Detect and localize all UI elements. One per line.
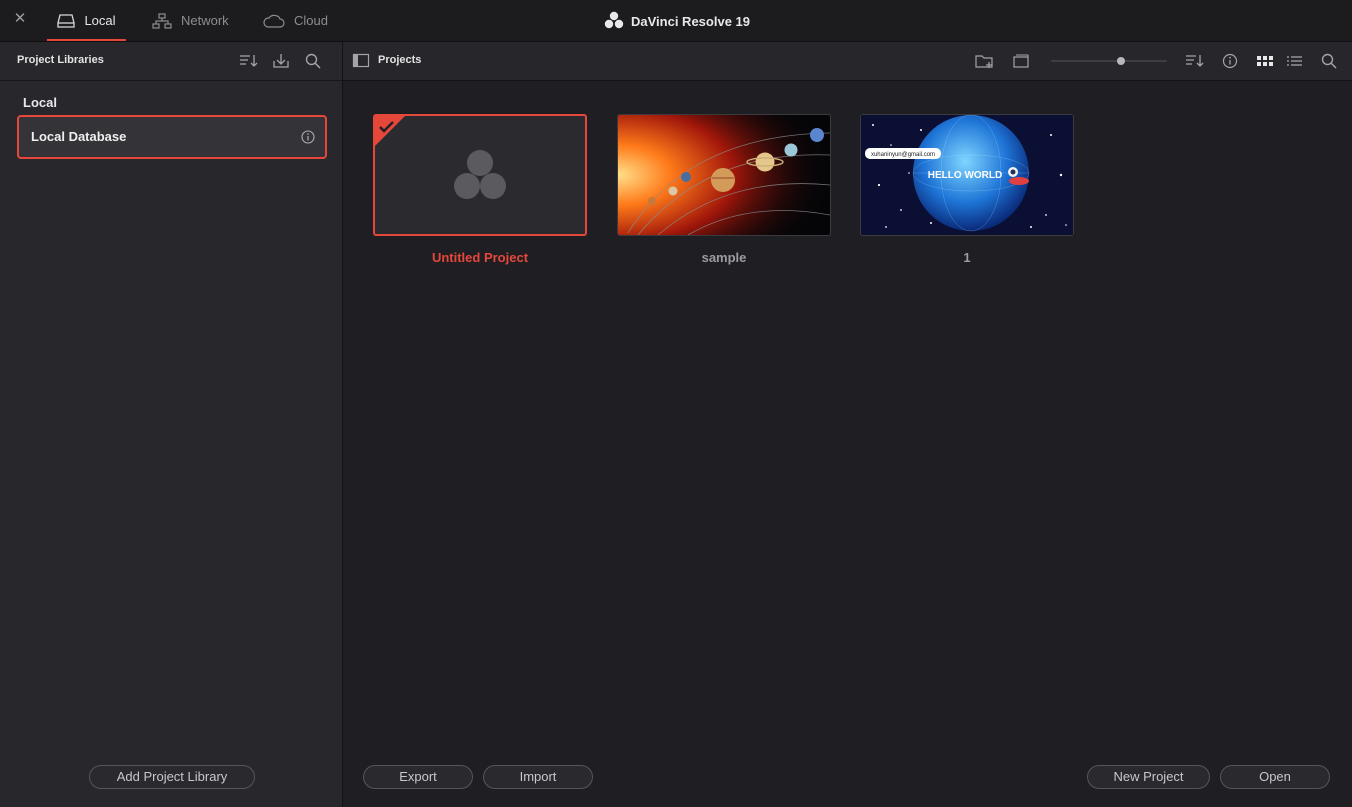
- project-thumbnail[interactable]: [373, 114, 587, 236]
- project-name: sample: [701, 250, 747, 265]
- thumb-hello-text: HELLO WORLD: [928, 170, 1002, 181]
- panel-title: Project Libraries: [17, 54, 104, 66]
- search-icon[interactable]: [1320, 52, 1338, 70]
- project-card[interactable]: xuhaninyun@gmail.com HELLO WORLD 1: [860, 114, 1074, 265]
- project-card[interactable]: Untitled Project: [373, 114, 587, 265]
- resolve-logo-icon: [604, 11, 624, 32]
- selected-check-icon: [375, 116, 405, 146]
- export-button[interactable]: Export: [363, 765, 473, 789]
- sidebar-toggle-icon[interactable]: [352, 52, 370, 70]
- local-database-item[interactable]: Local Database: [17, 115, 327, 159]
- tab-cloud[interactable]: Cloud: [263, 0, 328, 41]
- top-bar: ✕ Local Network Cloud DaVinci Resolve 19: [0, 0, 1352, 42]
- open-button[interactable]: Open: [1220, 765, 1330, 789]
- tab-network[interactable]: Network: [152, 0, 229, 41]
- thumb-email-text: xuhaninyun@gmail.com: [871, 152, 935, 158]
- list-view-icon[interactable]: [1286, 52, 1304, 70]
- tab-label: Local: [84, 13, 116, 28]
- close-icon[interactable]: ✕: [12, 11, 28, 27]
- new-folder-icon[interactable]: [975, 52, 993, 70]
- sort-icon[interactable]: [239, 52, 258, 70]
- import-library-icon[interactable]: [272, 52, 290, 70]
- project-card[interactable]: sample: [617, 114, 831, 265]
- project-name: Untitled Project: [431, 250, 529, 265]
- cloud-icon: [263, 14, 285, 28]
- new-project-button[interactable]: New Project: [1087, 765, 1210, 789]
- panel-title: Projects: [378, 54, 422, 66]
- thumbnail-size-slider[interactable]: [1051, 57, 1167, 65]
- add-project-library-button[interactable]: Add Project Library: [89, 765, 255, 789]
- project-thumbnail[interactable]: [617, 114, 831, 236]
- database-label: Local Database: [31, 129, 127, 144]
- panel-header: Project Libraries: [0, 42, 342, 81]
- drive-icon: [57, 13, 76, 29]
- panel-header: Projects: [343, 42, 1352, 81]
- sort-icon[interactable]: [1185, 52, 1204, 70]
- app-title-text: DaVinci Resolve 19: [631, 13, 750, 29]
- tab-label: Cloud: [294, 13, 328, 28]
- section-label-local: Local: [23, 95, 57, 110]
- app-title: DaVinci Resolve 19: [604, 11, 750, 31]
- project-name: 1: [963, 250, 971, 265]
- project-thumbnail[interactable]: xuhaninyun@gmail.com HELLO WORLD: [860, 114, 1074, 236]
- projects-panel: Projects Untitled Project sample xuhanin…: [343, 42, 1352, 807]
- dynamic-project-switch-icon[interactable]: [1011, 52, 1029, 70]
- grid-view-icon[interactable]: [1256, 52, 1274, 70]
- tab-label: Network: [181, 13, 229, 28]
- solar-system-image: [618, 115, 830, 235]
- info-icon[interactable]: [1221, 52, 1239, 70]
- network-icon: [152, 12, 172, 29]
- tab-local[interactable]: Local: [47, 0, 126, 41]
- info-icon[interactable]: [301, 130, 315, 144]
- search-icon[interactable]: [304, 52, 322, 70]
- slider-knob[interactable]: [1117, 57, 1125, 65]
- resolve-logo-placeholder: [454, 150, 506, 199]
- import-button[interactable]: Import: [483, 765, 593, 789]
- hello-world-globe-image: xuhaninyun@gmail.com HELLO WORLD: [861, 115, 1073, 235]
- project-libraries-panel: Project Libraries Local Local Database A…: [0, 42, 343, 807]
